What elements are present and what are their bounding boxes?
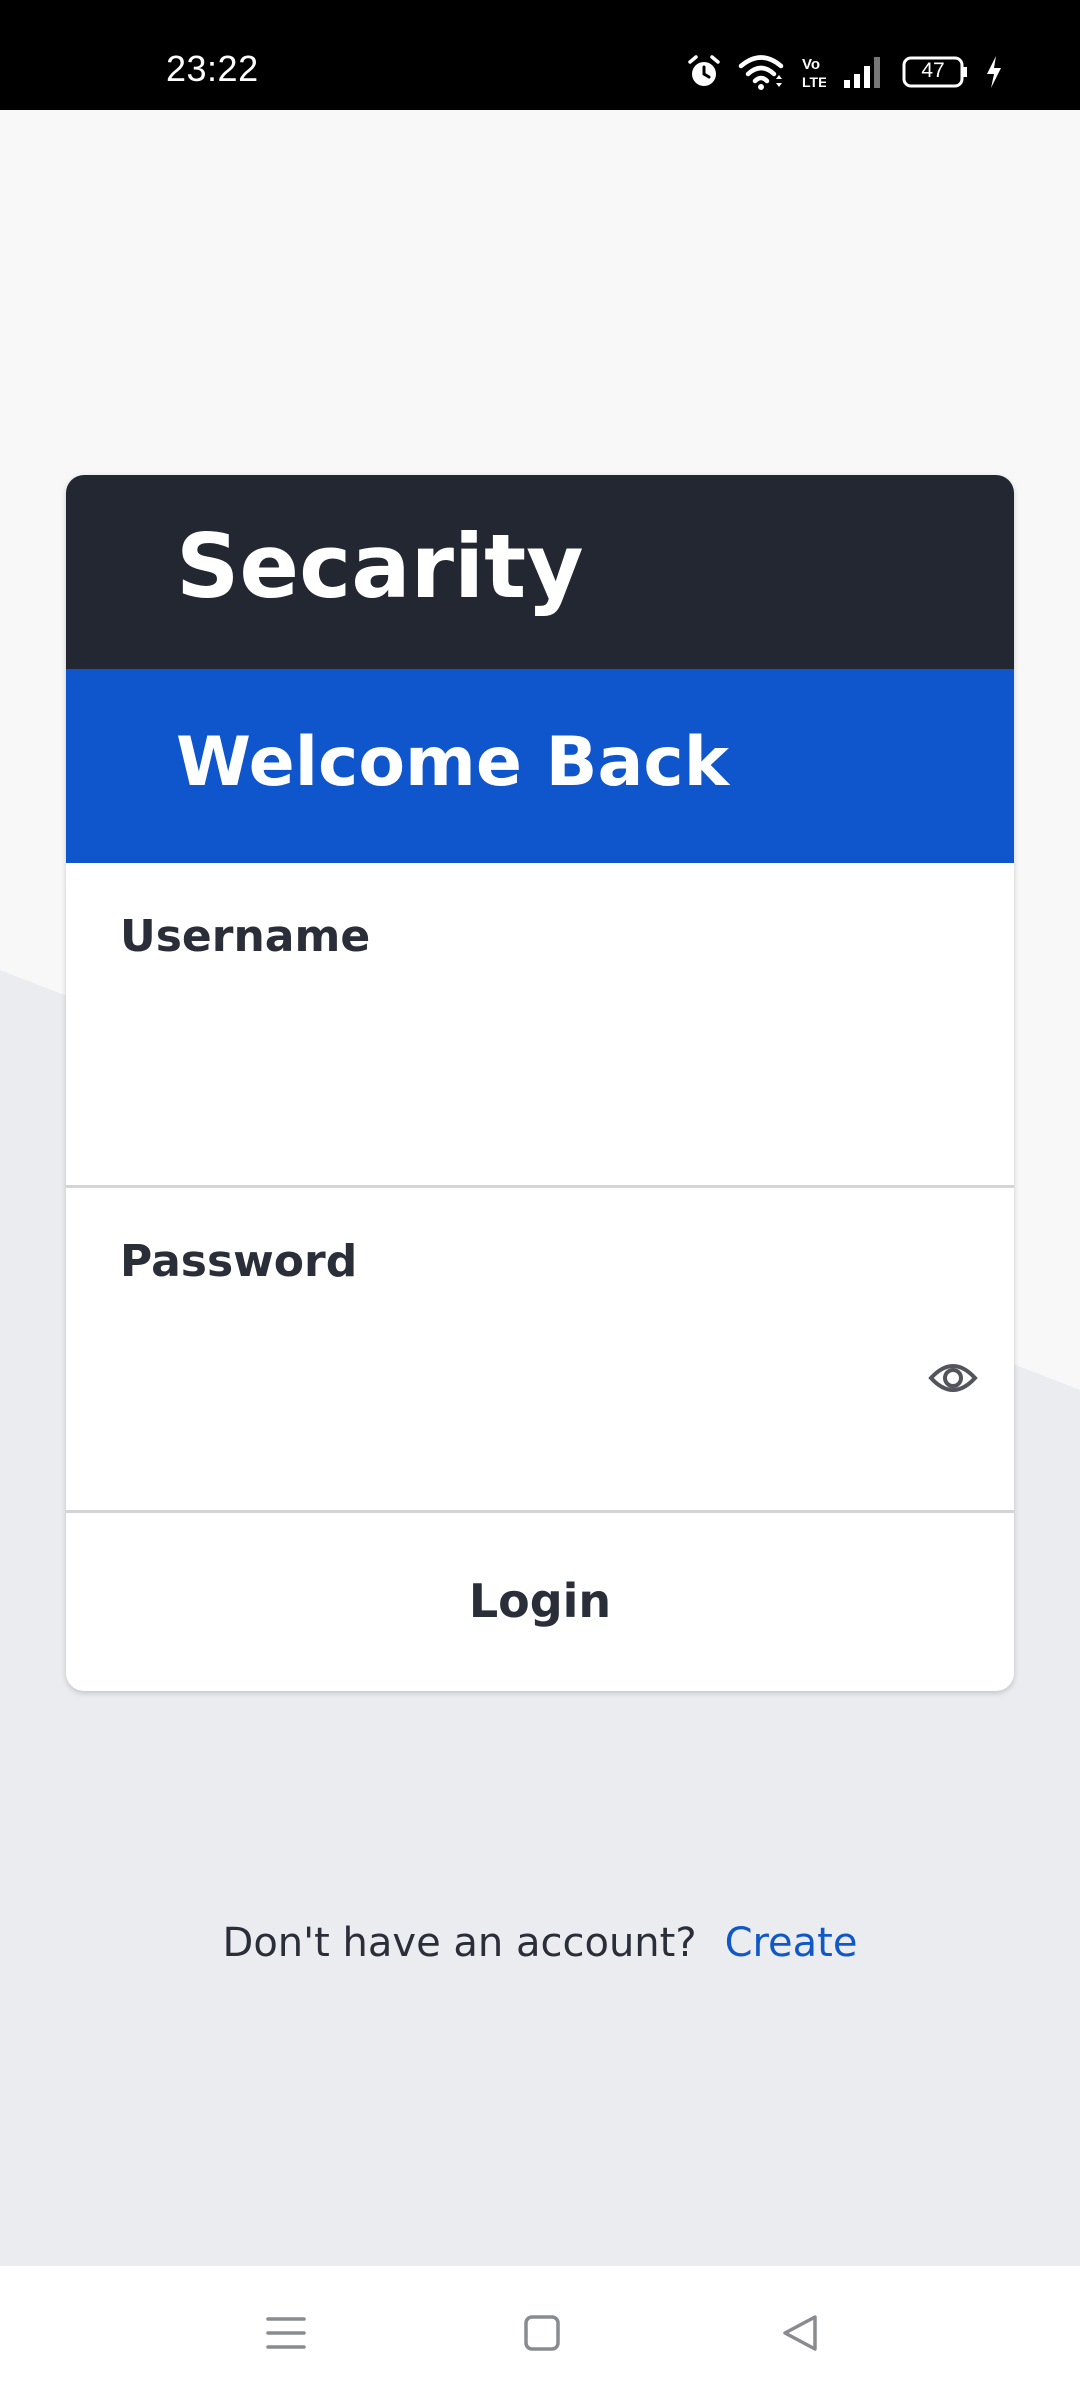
status-time: 23:22 — [166, 48, 259, 89]
volte-icon: Vo LTE — [800, 54, 826, 90]
login-button[interactable]: Login — [66, 1513, 1014, 1688]
navigation-bar — [0, 2266, 1080, 2400]
battery-level: 47 — [921, 59, 945, 82]
username-field[interactable]: Username — [66, 863, 1014, 1188]
card-header: Secarity — [66, 475, 1014, 669]
brand-title: Secarity — [176, 515, 584, 618]
status-icons: Vo LTE 47 — [686, 50, 1004, 94]
alarm-icon — [686, 54, 722, 90]
password-input[interactable] — [120, 1318, 900, 1438]
password-field[interactable]: Password — [66, 1188, 1014, 1513]
card-subheader: Welcome Back — [66, 669, 1014, 863]
eye-icon[interactable] — [928, 1358, 978, 1398]
signup-prompt: Don't have an account? — [222, 1920, 697, 1966]
username-label: Username — [120, 911, 371, 962]
menu-icon[interactable] — [256, 2306, 316, 2360]
welcome-title: Welcome Back — [176, 723, 729, 802]
signal-icon — [842, 54, 886, 90]
status-bar: 23:22 Vo LTE 47 — [0, 0, 1080, 110]
username-input[interactable] — [120, 993, 900, 1113]
svg-text:LTE: LTE — [802, 74, 826, 90]
password-label: Password — [120, 1236, 358, 1287]
home-square-icon[interactable] — [512, 2306, 572, 2360]
signup-row: Don't have an account? Create — [0, 1920, 1080, 1966]
charging-icon — [984, 54, 1004, 90]
back-triangle-icon[interactable] — [770, 2306, 830, 2360]
login-card: Secarity Welcome Back Username Password … — [66, 475, 1014, 1691]
battery-icon: 47 — [902, 56, 968, 88]
wifi-icon — [738, 53, 784, 91]
create-account-link[interactable]: Create — [725, 1920, 858, 1966]
svg-text:Vo: Vo — [802, 56, 820, 73]
